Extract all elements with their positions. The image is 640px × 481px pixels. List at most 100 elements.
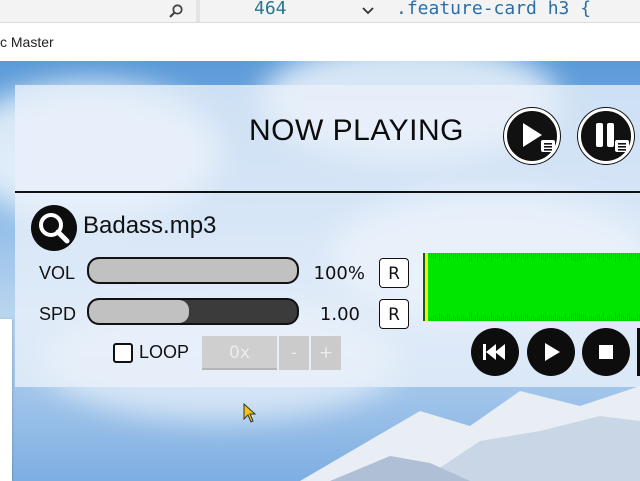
speed-slider[interactable] — [87, 298, 299, 325]
waveform-peak — [497, 253, 498, 260]
waveform-peak — [625, 317, 626, 321]
waveform-peak — [535, 317, 536, 321]
waveform-peak — [435, 314, 436, 321]
file-search-button[interactable] — [31, 205, 77, 251]
playhead-marker — [425, 253, 428, 321]
waveform-peak — [605, 253, 606, 257]
waveform-peak — [475, 253, 476, 259]
waveform-peak — [549, 253, 550, 259]
volume-slider-fill — [89, 259, 297, 282]
waveform-peak — [631, 253, 632, 258]
editor-divider — [196, 0, 200, 22]
waveform-peak — [553, 315, 554, 321]
waveform-peak — [561, 253, 562, 258]
waveform-peak — [481, 253, 482, 259]
editor-search-box[interactable] — [0, 0, 190, 22]
waveform-peak — [551, 315, 552, 321]
waveform-peak — [615, 312, 616, 321]
waveform-peak — [585, 253, 586, 260]
waveform-peak — [559, 253, 560, 259]
waveform-peak — [467, 253, 468, 257]
chevron-down-icon[interactable] — [360, 2, 376, 18]
waveform-peak — [485, 253, 486, 261]
waveform-peak — [471, 253, 472, 262]
waveform-peak — [621, 314, 622, 321]
waveform-peak — [629, 312, 630, 321]
waveform-peak — [561, 316, 562, 321]
waveform-peak — [447, 313, 448, 321]
waveform-peak — [627, 313, 628, 321]
magnifier-icon — [39, 213, 70, 244]
editor-strip: 464 .feature-card h3 { — [0, 0, 640, 23]
waveform-peak — [599, 253, 600, 261]
waveform-peak — [443, 315, 444, 321]
waveform-peak — [545, 312, 546, 321]
waveform-peak — [439, 312, 440, 321]
waveform-peak — [499, 316, 500, 321]
waveform-peak — [575, 253, 576, 262]
waveform-peak — [507, 253, 508, 259]
pause-playlist-icon — [596, 123, 629, 152]
volume-reset-button[interactable]: R — [379, 258, 409, 288]
waveform-peak — [487, 316, 488, 321]
waveform-peak — [449, 314, 450, 321]
waveform-peak — [463, 253, 464, 259]
waveform-peak — [523, 253, 524, 259]
waveform-peak — [533, 315, 534, 321]
waveform-peak — [601, 316, 602, 321]
line-number: 464 — [254, 0, 287, 19]
loop-decrement-button[interactable]: - — [279, 336, 309, 370]
waveform-peak — [501, 253, 502, 257]
waveform-peak — [497, 314, 498, 321]
waveform-peak — [509, 253, 510, 257]
waveform-peak — [609, 253, 610, 260]
volume-slider[interactable] — [87, 257, 299, 284]
waveform-peak — [613, 253, 614, 257]
mountain-image — [300, 386, 640, 481]
pause-playlist-button[interactable] — [578, 108, 634, 164]
waveform-peak — [613, 317, 614, 321]
waveform-peak — [591, 253, 592, 259]
speed-reset-button[interactable]: R — [379, 299, 409, 329]
loop-checkbox[interactable] — [113, 343, 133, 363]
search-icon[interactable] — [168, 3, 184, 19]
waveform-peak — [453, 315, 454, 321]
waveform-peak — [517, 253, 518, 259]
waveform-peak — [461, 314, 462, 321]
stop-button[interactable] — [582, 328, 630, 376]
loop-count-field[interactable]: 0x — [202, 336, 277, 370]
waveform-peak — [449, 253, 450, 260]
speed-slider-fill — [89, 300, 189, 323]
loop-label: LOOP — [139, 342, 190, 362]
waveform-peak — [493, 315, 494, 321]
player-header: NOW PLAYING — [15, 85, 640, 193]
waveform-peak — [591, 315, 592, 321]
waveform-peak — [433, 253, 434, 259]
waveform-peak — [507, 315, 508, 321]
waveform-peak — [607, 315, 608, 321]
waveform-peak — [615, 253, 616, 262]
rewind-button[interactable] — [471, 328, 519, 376]
play-button[interactable] — [527, 328, 575, 376]
waveform-peak — [609, 314, 610, 321]
waveform-peak — [529, 253, 530, 257]
waveform-peak — [635, 317, 636, 321]
waveform-peak — [541, 313, 542, 321]
speed-value: 1.00 — [319, 304, 360, 325]
waveform-peak — [565, 313, 566, 321]
waveform-peak — [623, 315, 624, 321]
waveform-peak — [637, 253, 638, 261]
waveform-display[interactable] — [423, 253, 640, 321]
waveform-peak — [465, 316, 466, 321]
waveform-peak — [519, 253, 520, 258]
waveform-peak — [559, 315, 560, 321]
waveform-peak — [533, 253, 534, 259]
waveform-peak — [529, 317, 530, 321]
loop-increment-button[interactable]: + — [311, 336, 341, 370]
waveform-peak — [571, 313, 572, 321]
waveform-peak — [557, 253, 558, 259]
waveform-peak — [579, 253, 580, 262]
play-playlist-button[interactable] — [504, 108, 560, 164]
waveform-peak — [611, 315, 612, 321]
waveform-peak — [465, 253, 466, 258]
